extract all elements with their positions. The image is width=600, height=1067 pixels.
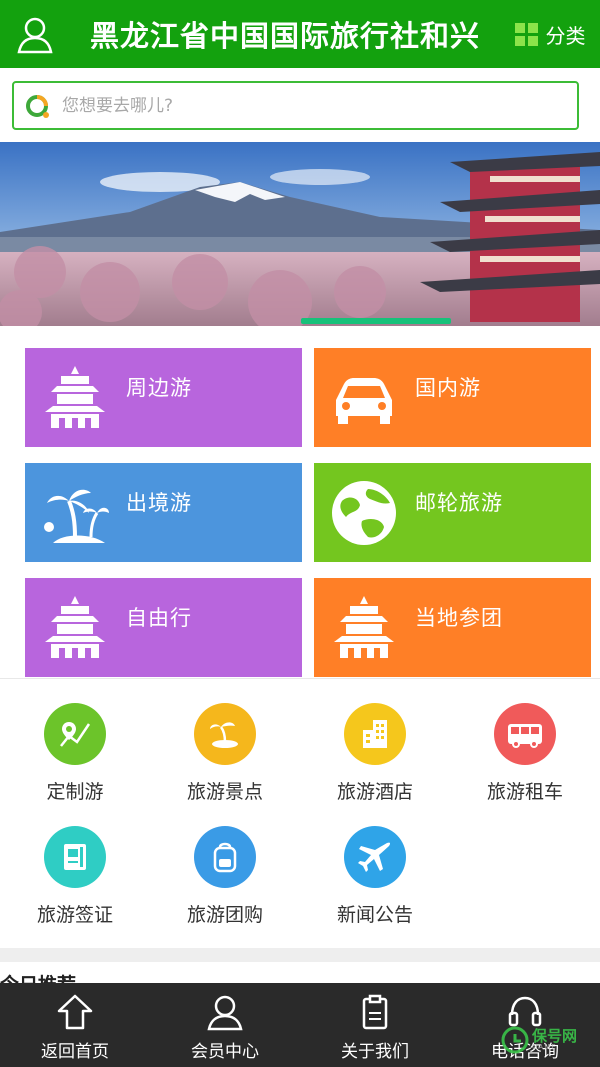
temple-icon [334,596,394,658]
airplane-icon [344,826,406,888]
tile-local-group[interactable]: 当地参团 [314,578,591,677]
service-custom-tour[interactable]: 定制游 [0,703,150,804]
nav-label: 会员中心 [191,1042,259,1062]
grid-icon [514,22,538,46]
service-scenic-spots[interactable]: 旅游景点 [150,703,300,804]
tile-nearby-tour[interactable]: 周边游 [25,348,302,447]
banner-image[interactable] [0,142,600,326]
map-pin-icon [44,703,106,765]
watermark-logo: 保号网 GAME [500,1020,600,1060]
home-icon [57,994,93,1030]
service-grid: 定制游 旅游景点 旅游酒店 旅游租车 旅游签证 旅游团购 新闻公告 [0,678,600,948]
tile-free-travel[interactable]: 自由行 [25,578,302,677]
tile-domestic-tour[interactable]: 国内游 [314,348,591,447]
palm-island-icon [194,703,256,765]
search-input[interactable] [62,95,542,116]
temple-icon [45,596,105,658]
clipboard-icon [362,994,388,1030]
tile-outbound-tour[interactable]: 出境游 [25,463,302,562]
globe-icon [332,481,396,545]
search-logo-icon [26,94,49,118]
service-hotel[interactable]: 旅游酒店 [300,703,450,804]
car-icon [336,378,392,424]
category-button[interactable]: 分类 [500,0,600,68]
tile-label: 出境游 [126,491,192,515]
tile-label: 当地参团 [415,606,503,630]
nav-member-center[interactable]: 会员中心 [150,983,300,1067]
tile-label: 国内游 [415,376,481,400]
service-label: 新闻公告 [336,904,413,926]
nav-label: 返回首页 [41,1042,109,1062]
temple-icon [45,366,105,428]
service-car-rental[interactable]: 旅游租车 [450,703,600,804]
tile-label: 邮轮旅游 [415,491,503,515]
watermark-text: 保号网 [532,1027,578,1045]
service-label: 旅游签证 [36,904,113,926]
service-label: 旅游景点 [186,781,263,803]
app-header: 黑龙江省中国国际旅行社和兴 分类 [0,0,600,68]
tile-label: 自由行 [126,606,192,630]
bus-icon [494,703,556,765]
category-label: 分类 [545,23,586,48]
tile-label: 周边游 [126,376,192,400]
user-icon [17,17,53,54]
page-title: 黑龙江省中国国际旅行社和兴 [90,19,481,53]
user-icon [207,995,243,1031]
nav-home[interactable]: 返回首页 [0,983,150,1067]
user-button[interactable] [0,0,70,68]
service-label: 旅游团购 [186,904,263,926]
category-tiles: 周边游 国内游 出境游 邮轮旅游 自由行 当地参团 [0,326,600,678]
section-divider [0,948,600,962]
service-visa[interactable]: 旅游签证 [0,826,150,927]
backpack-icon [194,826,256,888]
service-news[interactable]: 新闻公告 [300,826,450,927]
service-group-buy[interactable]: 旅游团购 [150,826,300,927]
service-label: 定制游 [46,781,104,803]
hotel-building-icon [344,703,406,765]
search-bar[interactable] [12,81,579,130]
watermark-icon [501,1026,529,1054]
tile-cruise-tour[interactable]: 邮轮旅游 [314,463,591,562]
nav-label: 关于我们 [341,1042,409,1062]
mount-fuji-pagoda-image [0,142,600,326]
nav-about-us[interactable]: 关于我们 [300,983,450,1067]
service-label: 旅游酒店 [336,781,413,803]
passport-icon [44,826,106,888]
banner-indicator [301,318,451,324]
service-label: 旅游租车 [486,781,563,803]
palm-island-icon [44,489,109,543]
